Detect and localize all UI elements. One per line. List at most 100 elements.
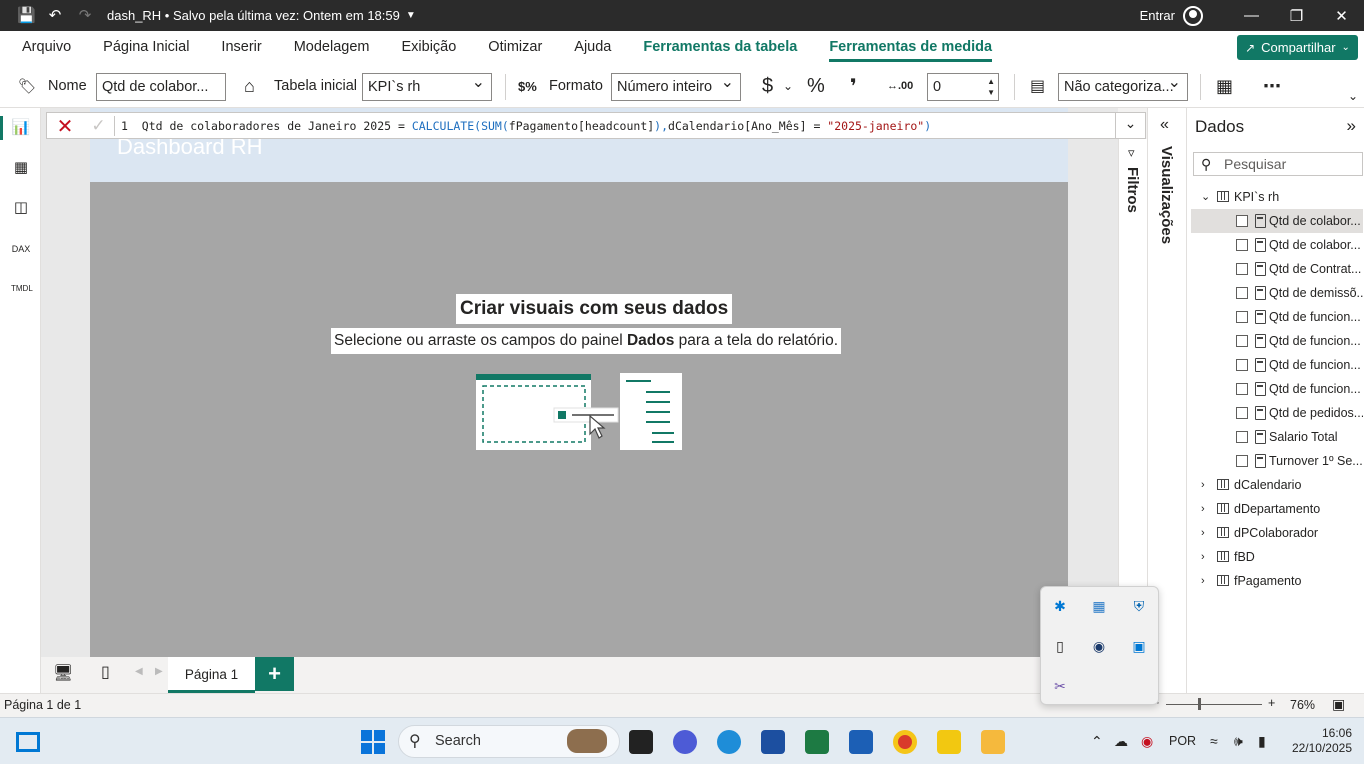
widgets-icon[interactable] <box>16 732 40 752</box>
menu-ferramentas-tabela[interactable]: Ferramentas da tabela <box>627 31 813 64</box>
tree-measure[interactable]: Qtd de funcion... <box>1191 377 1363 401</box>
bluetooth-icon[interactable]: ✱ <box>1051 597 1069 615</box>
field-checkbox[interactable] <box>1236 287 1248 299</box>
tree-table-fbd[interactable]: › fBD <box>1191 545 1363 569</box>
calculator-icon[interactable]: ▦ <box>1216 64 1233 108</box>
cancel-formula-icon[interactable]: ✕ <box>47 114 83 138</box>
field-checkbox[interactable] <box>1236 311 1248 323</box>
prev-page-icon[interactable]: ◀ <box>135 666 143 677</box>
document-title[interactable]: dash_RH • Salvo pela última vez: Ontem e… <box>107 8 400 23</box>
menu-ferramentas-medida[interactable]: Ferramentas de medida <box>813 31 1008 64</box>
commit-formula-icon[interactable]: ✓ <box>83 115 115 136</box>
add-page-button[interactable]: + <box>255 657 294 691</box>
tree-table-ddepartamento[interactable]: › dDepartamento <box>1191 497 1363 521</box>
data-search-input[interactable]: ⚲ Pesquisar <box>1193 152 1363 176</box>
chat-icon[interactable] <box>673 730 697 754</box>
menu-otimizar[interactable]: Otimizar <box>472 31 558 64</box>
chevron-right-icon[interactable]: › <box>1201 569 1205 593</box>
next-page-icon[interactable]: ▶ <box>155 666 163 677</box>
tree-measure[interactable]: Qtd de colabor... <box>1191 233 1363 257</box>
undo-icon[interactable]: ↶ <box>47 7 63 24</box>
maximize-icon[interactable]: ❐ <box>1274 7 1319 25</box>
comma-button[interactable]: ❜ <box>850 64 857 108</box>
tree-measure[interactable]: Qtd de funcion... <box>1191 353 1363 377</box>
steam-icon[interactable]: ◉ <box>1090 637 1108 655</box>
tree-table-dcalendario[interactable]: › dCalendario <box>1191 473 1363 497</box>
share-button[interactable]: ↗ Compartilhar ⌄ <box>1237 35 1358 60</box>
chevron-right-icon[interactable]: › <box>1201 545 1205 569</box>
snipping-tool-icon[interactable]: ✂ <box>1051 677 1069 695</box>
minimize-icon[interactable]: — <box>1229 7 1274 24</box>
zoom-slider[interactable] <box>1166 704 1262 705</box>
chevron-right-icon[interactable]: › <box>1201 473 1205 497</box>
field-checkbox[interactable] <box>1236 455 1248 467</box>
tree-measure[interactable]: Qtd de funcion... <box>1191 305 1363 329</box>
field-checkbox[interactable] <box>1236 335 1248 347</box>
tree-measure[interactable]: Qtd de pedidos... <box>1191 401 1363 425</box>
expand-formula-icon[interactable]: ⌄ <box>1115 113 1145 138</box>
edge-icon[interactable] <box>717 730 741 754</box>
excel-icon[interactable] <box>805 730 829 754</box>
title-dropdown-icon[interactable]: ▼ <box>406 10 416 21</box>
decimal-places-icon[interactable]: ↔.00 <box>887 64 913 108</box>
taskbar-search[interactable]: ⚲ Search <box>398 725 620 758</box>
save-icon[interactable]: 💾 <box>17 7 36 24</box>
clock[interactable]: 16:06 22/10/2025 <box>1292 726 1352 756</box>
task-view-icon[interactable] <box>629 730 653 754</box>
tree-measure[interactable]: Qtd de colabor... <box>1191 209 1363 233</box>
field-checkbox[interactable] <box>1236 239 1248 251</box>
tree-table-dpcolaborador[interactable]: › dPColaborador <box>1191 521 1363 545</box>
menu-pagina-inicial[interactable]: Página Inicial <box>87 31 205 64</box>
spin-down-icon[interactable]: ▼ <box>987 89 995 97</box>
power-bi-icon[interactable] <box>937 730 961 754</box>
redo-icon[interactable]: ↷ <box>77 7 93 24</box>
menu-arquivo[interactable]: Arquivo <box>0 31 87 64</box>
store-icon[interactable] <box>761 730 785 754</box>
tree-measure[interactable]: Qtd de funcion... <box>1191 329 1363 353</box>
tmdl-view-icon[interactable]: TMDL <box>11 278 33 298</box>
menu-exibicao[interactable]: Exibição <box>385 31 472 64</box>
language-indicator[interactable]: POR <box>1169 718 1196 764</box>
collapse-data-pane-icon[interactable]: » <box>1347 116 1356 136</box>
sign-in-link[interactable]: Entrar <box>1140 8 1175 23</box>
zoom-slider-thumb[interactable] <box>1198 698 1201 710</box>
avatar[interactable] <box>1183 5 1203 26</box>
security-warning-icon[interactable]: ⛨ <box>1130 597 1148 615</box>
chevron-down-icon[interactable]: ⌄ <box>1201 185 1210 209</box>
notepad-icon[interactable] <box>849 730 873 754</box>
more-options-icon[interactable]: ⋯ <box>1263 64 1281 108</box>
field-checkbox[interactable] <box>1236 359 1248 371</box>
dax-query-view-icon[interactable]: DAX <box>11 238 31 258</box>
network-app-icon[interactable]: ▦ <box>1090 597 1108 615</box>
currency-button[interactable]: $ <box>762 64 773 108</box>
data-category-select[interactable]: Não categoriza... <box>1058 73 1188 101</box>
model-view-icon[interactable]: ◫ <box>11 198 31 218</box>
chevron-right-icon[interactable]: › <box>1201 497 1205 521</box>
show-hidden-icons[interactable]: ⌃ <box>1091 718 1103 764</box>
chevron-right-icon[interactable]: › <box>1201 521 1205 545</box>
percent-button[interactable]: % <box>807 64 825 108</box>
zoom-in-icon[interactable]: + <box>1268 696 1275 710</box>
tree-measure[interactable]: Turnover 1º Se... <box>1191 449 1363 473</box>
close-icon[interactable]: ✕ <box>1319 7 1364 25</box>
wifi-icon[interactable]: ≈ <box>1210 718 1218 764</box>
field-checkbox[interactable] <box>1236 263 1248 275</box>
menu-ajuda[interactable]: Ajuda <box>558 31 627 64</box>
table-view-icon[interactable]: ▦ <box>11 158 31 178</box>
chrome-icon[interactable] <box>893 730 917 754</box>
spin-up-icon[interactable]: ▲ <box>987 78 995 86</box>
tree-measure[interactable]: Qtd de Contrat... <box>1191 257 1363 281</box>
tree-measure[interactable]: Salario Total <box>1191 425 1363 449</box>
field-checkbox[interactable] <box>1236 215 1248 227</box>
field-checkbox[interactable] <box>1236 431 1248 443</box>
formula-text[interactable]: 1 Qtd de colaboradores de Janeiro 2025 =… <box>121 119 931 133</box>
start-icon[interactable] <box>361 730 385 754</box>
desktop-layout-icon[interactable]: 🖥 <box>53 663 73 683</box>
monitor-app-icon[interactable]: ▣ <box>1130 637 1148 655</box>
field-checkbox[interactable] <box>1236 407 1248 419</box>
battery-icon[interactable]: ▮ <box>1258 718 1266 764</box>
currency-dropdown-icon[interactable]: ⌄ <box>783 64 793 108</box>
name-input[interactable]: Qtd de colabor... <box>96 73 226 101</box>
format-select[interactable]: Número inteiro <box>611 73 741 101</box>
field-checkbox[interactable] <box>1236 383 1248 395</box>
